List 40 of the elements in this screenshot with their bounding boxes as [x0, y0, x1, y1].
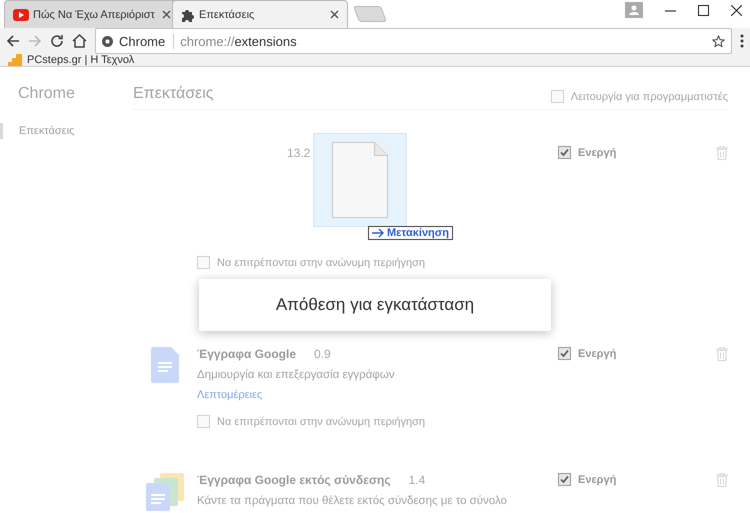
sidebar-title: Chrome: [17, 85, 76, 103]
browser-tab[interactable]: Επεκτάσεις: [172, 0, 348, 28]
bookmark[interactable]: PCsteps.gr | Η Τεχνολ: [8, 54, 134, 66]
home-icon[interactable]: [72, 34, 87, 48]
extension-name: Έγγραφα Google εκτός σύνδεσης: [197, 473, 391, 487]
checkbox[interactable]: Ενεργή: [558, 146, 616, 159]
details-link[interactable]: Λεπτομέρειες: [197, 389, 558, 401]
drop-zone: Απόθεση για εγκατάσταση: [199, 279, 551, 331]
page-title: Επεκτάσεις: [133, 85, 214, 103]
tick-icon: [560, 349, 569, 358]
extension-version: 13.2: [287, 146, 310, 160]
close-icon[interactable]: [731, 4, 742, 16]
arrow-icon: [372, 228, 384, 238]
reload-icon[interactable]: [50, 34, 64, 48]
checkbox[interactable]: Λειτουργία για προγραμματιστές: [550, 90, 728, 103]
move-tooltip: Μετακίνηση: [368, 226, 454, 240]
video-icon: [13, 8, 29, 20]
extension-description: Δημιουργία και επεξεργασία εγγράφων: [197, 369, 396, 381]
document-icon: [151, 347, 179, 383]
address-bar[interactable]: Chrome chrome://extensions: [95, 28, 732, 54]
checkbox[interactable]: Ενεργή: [558, 347, 616, 360]
documents-icon: [146, 473, 184, 511]
extension-version: 0.9: [314, 347, 331, 361]
extension-version: 1.4: [408, 473, 426, 487]
menu-icon[interactable]: [740, 34, 744, 48]
checkbox[interactable]: Να επιτρέπονται στην ανώνυμη περιήγηση: [197, 415, 558, 428]
star-icon[interactable]: [712, 34, 725, 48]
file-icon: [332, 142, 388, 218]
tick-icon: [560, 148, 569, 157]
checkbox[interactable]: Ενεργή: [558, 473, 616, 486]
maximize-icon[interactable]: [698, 4, 709, 16]
back-icon[interactable]: [6, 34, 20, 48]
puzzle-icon: [181, 8, 195, 22]
extension-name: Έγγραφα Google: [197, 347, 296, 361]
close-icon[interactable]: [330, 10, 339, 19]
extension-description: Κάντε τα πράγματα που θέλετε εκτός σύνδεσης με το σύνολο: [197, 495, 508, 507]
checkbox[interactable]: Να επιτρέπονται στην ανώνυμη περιήγηση: [197, 256, 558, 269]
steps-icon: [8, 54, 22, 66]
tick-icon: [560, 475, 569, 484]
sidebar-item[interactable]: Επεκτάσεις: [0, 123, 133, 139]
